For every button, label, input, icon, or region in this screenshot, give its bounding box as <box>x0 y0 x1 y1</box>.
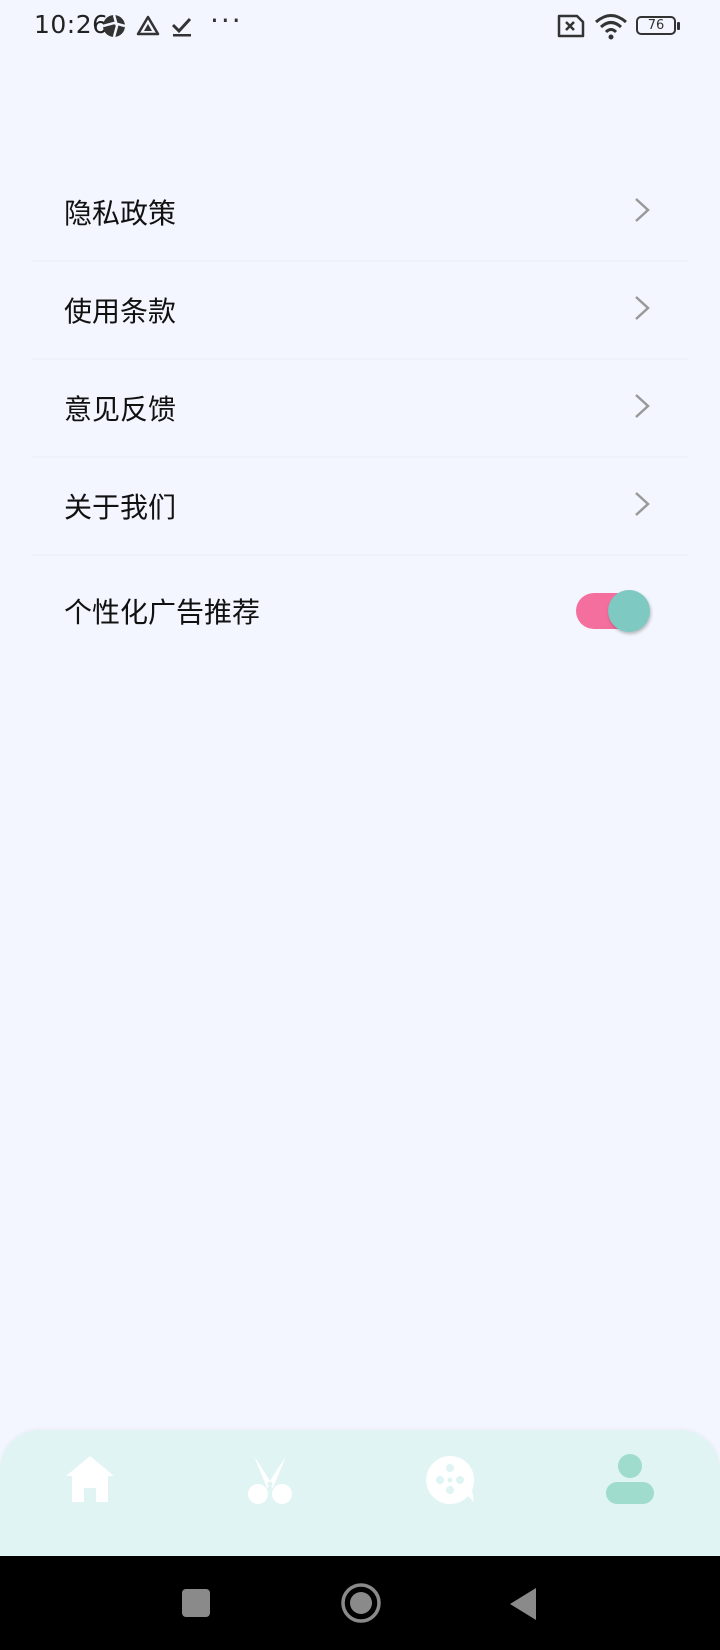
chevron-right-icon <box>634 197 650 227</box>
tab-scissors[interactable] <box>240 1450 300 1510</box>
menu-item-privacy-policy[interactable]: 隐私政策 <box>32 164 688 262</box>
scissors-icon <box>240 1450 300 1510</box>
menu-item-label: 使用条款 <box>64 295 177 328</box>
bottom-tab-bar <box>0 1430 720 1556</box>
drive-icon <box>136 14 160 42</box>
settings-menu: 隐私政策 使用条款 意见反馈 关于我们 个性化广告推荐 <box>32 164 688 666</box>
chat-icon <box>420 1450 480 1510</box>
tab-home[interactable] <box>60 1450 120 1510</box>
menu-item-label: 隐私政策 <box>64 197 177 230</box>
tab-profile[interactable] <box>600 1450 660 1510</box>
recent-apps-button[interactable] <box>181 1588 211 1622</box>
toggle-thumb <box>608 590 650 632</box>
menu-item-label: 关于我们 <box>64 491 177 524</box>
status-time: 10:26 <box>34 10 109 39</box>
system-nav-bar <box>0 1556 720 1650</box>
chevron-right-icon <box>634 393 650 423</box>
more-notifications: ··· <box>210 4 243 37</box>
menu-item-personalized-ads: 个性化广告推荐 <box>32 556 688 666</box>
home-icon <box>60 1450 120 1510</box>
chevron-right-icon <box>634 295 650 325</box>
personalized-ads-toggle[interactable] <box>576 590 650 632</box>
home-button[interactable] <box>340 1582 382 1628</box>
personalized-ads-label: 个性化广告推荐 <box>64 596 261 629</box>
back-button[interactable] <box>508 1586 538 1626</box>
check-icon <box>170 14 194 42</box>
menu-item-about-us[interactable]: 关于我们 <box>32 458 688 556</box>
battery-icon: 76 <box>636 16 676 35</box>
menu-item-feedback[interactable]: 意见反馈 <box>32 360 688 458</box>
profile-icon <box>600 1450 660 1510</box>
aperture-icon <box>102 14 126 42</box>
menu-item-label: 意见反馈 <box>64 393 177 426</box>
menu-item-terms-of-use[interactable]: 使用条款 <box>32 262 688 360</box>
tab-chat[interactable] <box>420 1450 480 1510</box>
no-sim-icon <box>557 14 585 42</box>
chevron-right-icon <box>634 491 650 521</box>
battery-tip <box>677 22 680 30</box>
status-bar: 10:26 ··· 76 <box>0 0 720 56</box>
wifi-icon <box>594 12 628 44</box>
